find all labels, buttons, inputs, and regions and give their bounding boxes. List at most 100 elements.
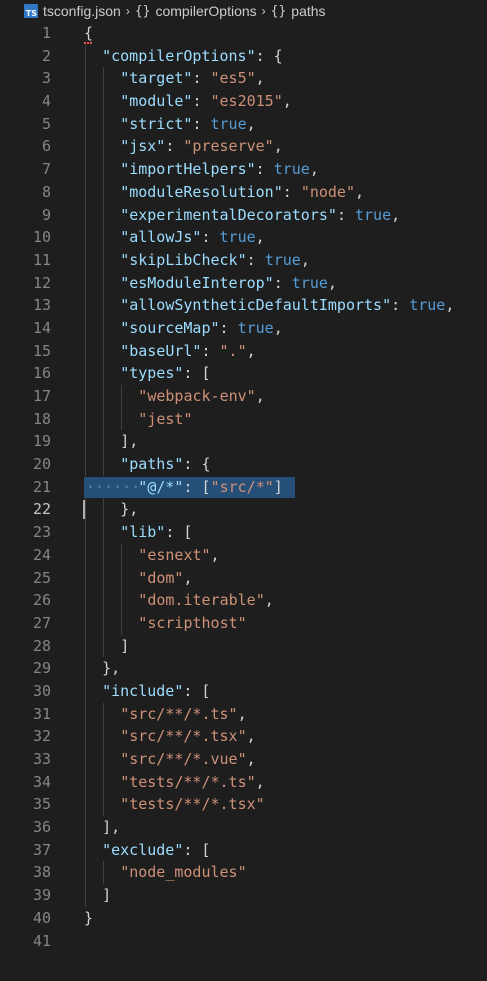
code-text: "jsx": "preserve", xyxy=(120,135,283,158)
code-line[interactable]: 5 "strict": true, xyxy=(0,112,487,136)
line-number: 6 xyxy=(41,137,51,156)
code-line[interactable]: 33 "src/**/*.vue", xyxy=(0,748,487,771)
code-line[interactable]: 15 "baseUrl": ".", xyxy=(0,339,487,363)
code-text: "src/**/*.vue", xyxy=(120,748,255,771)
code-line[interactable]: 3 "target": "es5", xyxy=(0,67,487,91)
code-token: : xyxy=(201,341,220,360)
code-line[interactable]: 27 "scripthost" xyxy=(0,611,487,635)
code-token: , xyxy=(309,160,319,179)
code-text: }, xyxy=(102,657,120,680)
code-line[interactable]: 1{ xyxy=(0,22,487,45)
code-line[interactable]: 39] xyxy=(0,884,487,907)
code-line[interactable]: 2 "compilerOptions": { xyxy=(0,44,487,68)
code-line[interactable]: 34 "tests/**/*.ts", xyxy=(0,770,487,794)
code-line[interactable]: 17 "webpack-env", xyxy=(0,385,487,408)
code-text: "baseUrl": ".", xyxy=(120,340,255,363)
code-token: : { xyxy=(183,455,211,474)
code-line[interactable]: 11 "skipLibCheck": true, xyxy=(0,248,487,272)
code-line[interactable]: 13 "allowSyntheticDefaultImports": true, xyxy=(0,294,487,317)
code-token: : [ xyxy=(183,477,211,496)
code-text: "sourceMap": true, xyxy=(120,317,283,340)
code-text: "webpack-env", xyxy=(138,385,264,408)
indent-guide xyxy=(103,271,105,295)
code-token: "tests/**/*.ts" xyxy=(120,772,256,791)
code-token: ], xyxy=(102,818,121,837)
code-line[interactable]: 12 "esModuleInterop": true, xyxy=(0,271,487,295)
code-line[interactable]: 16 "types": [ xyxy=(0,362,487,385)
indent-guide xyxy=(103,770,105,794)
line-number: 12 xyxy=(32,273,51,292)
code-token: "esModuleInterop" xyxy=(120,273,274,292)
line-number: 31 xyxy=(32,704,51,723)
code-line[interactable]: 24 "esnext", xyxy=(0,543,487,567)
code-line[interactable]: 37 "exclude": [ xyxy=(0,838,487,862)
code-text: "node_modules" xyxy=(120,861,246,884)
code-line[interactable]: 36], xyxy=(0,816,487,839)
code-line[interactable]: 9 "experimentalDecorators": true, xyxy=(0,203,487,227)
code-text: "module": "es2015", xyxy=(120,90,292,113)
code-line[interactable]: 14 "sourceMap": true, xyxy=(0,316,487,340)
indent-guide xyxy=(121,407,123,431)
code-text: "experimentalDecorators": true, xyxy=(120,204,400,227)
code-line[interactable]: 29}, xyxy=(0,657,487,680)
line-number: 41 xyxy=(32,931,51,950)
code-line[interactable]: 18 "jest" xyxy=(0,407,487,431)
indent-guide xyxy=(85,226,86,249)
code-line[interactable]: 7 "importHelpers": true, xyxy=(0,158,487,181)
code-line[interactable]: 31 "src/**/*.ts", xyxy=(0,702,487,726)
indent-guide xyxy=(103,521,105,544)
line-number: 29 xyxy=(32,659,51,678)
code-token: , xyxy=(273,318,283,337)
code-line[interactable]: 32 "src/**/*.tsx", xyxy=(0,725,487,748)
indent-guide xyxy=(103,158,105,181)
line-number: 39 xyxy=(32,886,51,905)
code-line[interactable]: 41 xyxy=(0,930,487,953)
code-token: "importHelpers" xyxy=(120,160,256,179)
indent-guide xyxy=(103,407,105,431)
code-line[interactable]: 6 "jsx": "preserve", xyxy=(0,135,487,159)
code-token: , xyxy=(246,114,256,133)
code-token: "include" xyxy=(102,681,184,700)
code-token: "src/**/*.vue" xyxy=(120,750,247,768)
code-token: "es2015" xyxy=(210,92,283,111)
code-line[interactable]: 21 ······ "@/*": ["src/*"] xyxy=(0,476,487,499)
line-number: 32 xyxy=(32,727,51,746)
breadcrumb-paths[interactable]: paths xyxy=(291,3,325,19)
code-line[interactable]: 38 "node_modules" xyxy=(0,861,487,885)
code-token: "allowJs" xyxy=(120,228,202,247)
code-line[interactable]: 35 "tests/**/*.tsx" xyxy=(0,793,487,817)
code-line[interactable]: 40} xyxy=(0,907,487,930)
code-token: "src/*" xyxy=(210,477,274,496)
line-number: 13 xyxy=(32,296,51,315)
code-line[interactable]: 4 "module": "es2015", xyxy=(0,90,487,113)
code-text: "tests/**/*.ts", xyxy=(120,771,265,794)
code-line[interactable]: 23 "lib": [ xyxy=(0,521,487,544)
line-number: 3 xyxy=(41,69,51,88)
code-token: "src/**/*.ts" xyxy=(120,704,238,723)
code-text: "allowSyntheticDefaultImports": true, xyxy=(120,294,454,317)
indent-guide xyxy=(85,748,86,771)
indent-guide xyxy=(103,316,105,340)
breadcrumb-file[interactable]: tsconfig.json xyxy=(43,3,121,19)
breadcrumb-compiler-options[interactable]: compilerOptions xyxy=(155,3,256,19)
code-line[interactable]: 22}, xyxy=(0,498,487,522)
code-line[interactable]: 30 "include": [ xyxy=(0,679,487,703)
line-number: 21 xyxy=(32,477,51,496)
code-editor[interactable]: TS tsconfig.json › {} compilerOptions › … xyxy=(0,0,487,981)
code-token: "allowSyntheticDefaultImports" xyxy=(120,296,392,315)
object-icon: {} xyxy=(134,3,151,19)
indent-guide xyxy=(85,589,86,612)
code-text: "dom", xyxy=(138,567,192,590)
indent-guide xyxy=(103,453,105,476)
code-line[interactable]: 8 "moduleResolution": "node", xyxy=(0,180,487,204)
indent-guide xyxy=(103,430,105,454)
code-line[interactable]: 25 "dom", xyxy=(0,566,487,590)
code-line[interactable]: 28] xyxy=(0,634,487,658)
code-line[interactable]: 20 "paths": { xyxy=(0,453,487,476)
code-line[interactable]: 26 "dom.iterable", xyxy=(0,589,487,612)
code-line[interactable]: 10 "allowJs": true, xyxy=(0,226,487,249)
code-line[interactable]: 19], xyxy=(0,430,487,454)
code-area[interactable]: 1{2 "compilerOptions": {3 "target": "es5",… xyxy=(0,22,487,952)
code-token: , xyxy=(445,296,455,315)
indent-guide xyxy=(85,407,86,431)
